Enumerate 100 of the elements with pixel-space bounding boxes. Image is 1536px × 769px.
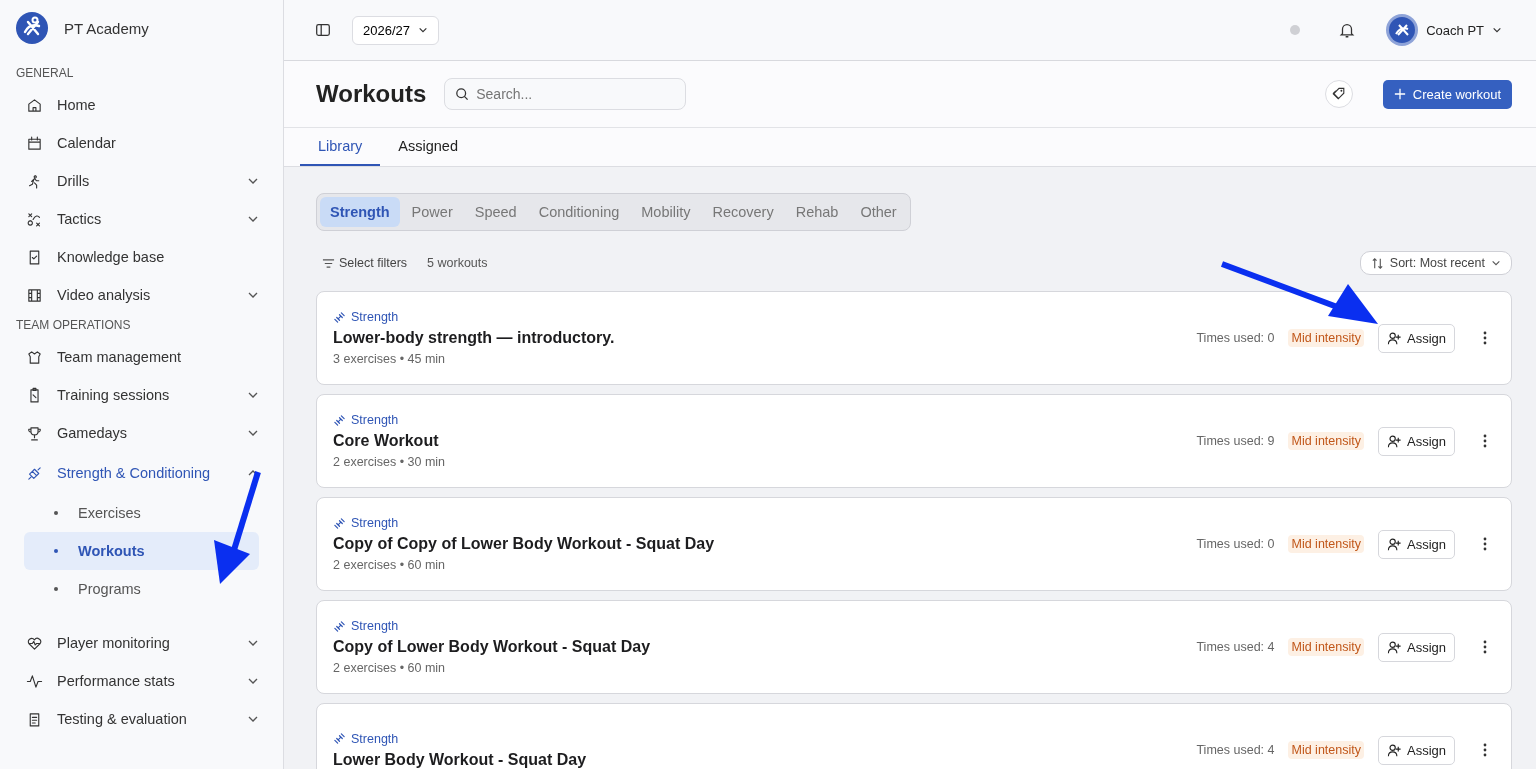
more-icon[interactable] — [1483, 743, 1487, 757]
workout-meta: 2 exercises • 30 min — [333, 455, 447, 469]
nav-icon — [26, 424, 43, 442]
tab[interactable]: Assigned — [380, 128, 476, 166]
workout-card[interactable]: Strength Copy of Copy of Lower Body Workout - Squat Day 2 exercises • 60 min Times used: 0 Mid intensity Assign — [316, 497, 1512, 591]
times-used: Times used: 0 — [1196, 537, 1275, 551]
category-tab[interactable]: Speed — [464, 197, 527, 227]
times-used: Times used: 4 — [1196, 640, 1275, 654]
more-icon[interactable] — [1483, 537, 1487, 551]
workout-card[interactable]: Strength Core Workout 2 exercises • 30 min Times used: 9 Mid intensity Assign — [316, 394, 1512, 488]
avatar-icon — [1386, 14, 1419, 46]
sidebar-subitem[interactable]: Workouts — [24, 532, 259, 570]
category-label: Strength — [351, 619, 399, 633]
user-menu[interactable]: Coach PT — [1386, 14, 1502, 46]
sidebar-item[interactable]: Calendar — [16, 124, 259, 162]
add-user-icon — [1386, 742, 1402, 758]
brand-name: PT Academy — [64, 19, 149, 37]
search-icon — [454, 86, 471, 102]
dumbbell-icon — [333, 413, 346, 427]
workout-card[interactable]: Strength Lower Body Workout - Squat Day Times used: 4 Mid intensity Assign — [316, 703, 1512, 769]
dumbbell-icon — [333, 732, 346, 745]
sidebar-item[interactable]: Team management — [16, 338, 259, 376]
tags-button[interactable] — [1324, 80, 1353, 108]
category-tab[interactable]: Other — [850, 197, 907, 227]
nav-icon — [26, 134, 43, 152]
sidebar-item[interactable]: Strength & Conditioning — [16, 452, 259, 494]
assign-button[interactable]: Assign — [1377, 529, 1455, 559]
workout-title: Lower Body Workout - Squat Day — [333, 750, 588, 769]
dumbbell-icon — [333, 516, 346, 530]
dumbbell-icon — [333, 619, 346, 633]
sidebar-item[interactable]: Drills — [16, 162, 259, 200]
intensity-tag: Mid intensity — [1288, 741, 1364, 759]
workout-card[interactable]: Strength Lower-body strength — introductory. 3 exercises • 45 min Times used: 0 Mid intensity Assign — [316, 291, 1512, 385]
sidebar-item[interactable]: Player monitoring — [16, 624, 259, 662]
sort-icon — [1370, 256, 1384, 270]
season-dropdown[interactable]: 2026/27 — [352, 15, 439, 45]
sidebar-item[interactable]: Performance stats — [16, 662, 259, 700]
workout-meta: 2 exercises • 60 min — [333, 661, 447, 675]
nav-icon — [26, 96, 43, 114]
sidebar-item[interactable]: Knowledge base — [16, 238, 259, 276]
nav-icon — [26, 348, 43, 366]
workout-title: Lower-body strength — introductory. — [333, 329, 616, 347]
more-icon[interactable] — [1483, 434, 1487, 448]
category-tab[interactable]: Mobility — [631, 197, 701, 227]
select-filters-button[interactable]: Select filters — [316, 256, 408, 270]
category-tab[interactable]: Rehab — [785, 197, 849, 227]
add-user-icon — [1386, 639, 1402, 655]
assign-button[interactable]: Assign — [1377, 735, 1455, 765]
create-workout-button[interactable]: Create workout — [1382, 79, 1512, 109]
bell-icon[interactable] — [1338, 21, 1357, 39]
add-user-icon — [1386, 433, 1402, 449]
intensity-tag: Mid intensity — [1288, 329, 1364, 347]
section-heading: TEAM OPERATIONS — [16, 318, 132, 332]
sidebar-toggle-icon[interactable] — [314, 21, 332, 39]
assign-button[interactable]: Assign — [1377, 323, 1455, 353]
logo-icon — [16, 12, 48, 44]
category-tab[interactable]: Conditioning — [528, 197, 630, 227]
sidebar-subitem[interactable]: Programs — [24, 570, 259, 608]
sidebar-item[interactable]: Video analysis — [16, 276, 259, 314]
category-label: Strength — [351, 310, 399, 324]
nav-icon — [26, 672, 43, 690]
category-tab[interactable]: Recovery — [702, 197, 784, 227]
status-dot-icon — [1290, 25, 1301, 35]
workout-title: Copy of Copy of Lower Body Workout - Squat Day — [333, 535, 716, 553]
chevron-icon — [1492, 25, 1502, 35]
more-icon[interactable] — [1483, 640, 1487, 654]
times-used: Times used: 0 — [1196, 331, 1275, 345]
workout-count: 5 workouts — [427, 256, 488, 270]
workout-card[interactable]: Strength Copy of Lower Body Workout - Squat Day 2 exercises • 60 min Times used: 4 Mid intensity Assign — [316, 600, 1512, 694]
dumbbell-icon — [333, 310, 346, 324]
plus-icon — [1393, 88, 1406, 100]
chevron-icon — [418, 25, 428, 35]
sidebar-item[interactable]: Tactics — [16, 200, 259, 238]
times-used: Times used: 4 — [1196, 743, 1275, 757]
workout-title: Core Workout — [333, 432, 440, 450]
add-user-icon — [1386, 536, 1402, 552]
nav-icon — [26, 210, 43, 228]
nav-icon — [26, 464, 43, 482]
chevron-icon — [1491, 258, 1501, 268]
page-title: Workouts — [316, 80, 427, 108]
more-icon[interactable] — [1483, 331, 1487, 345]
intensity-tag: Mid intensity — [1288, 535, 1364, 553]
category-tab[interactable]: Power — [401, 197, 463, 227]
section-heading: GENERAL — [16, 66, 75, 80]
sidebar-item[interactable]: Testing & evaluation — [16, 700, 259, 738]
workout-meta: 3 exercises • 45 min — [333, 352, 447, 366]
sidebar-item[interactable]: Gamedays — [16, 414, 259, 452]
assign-button[interactable]: Assign — [1377, 426, 1455, 456]
intensity-tag: Mid intensity — [1288, 638, 1364, 656]
nav-icon — [26, 286, 43, 304]
intensity-tag: Mid intensity — [1288, 432, 1364, 450]
assign-button[interactable]: Assign — [1377, 632, 1455, 662]
times-used: Times used: 9 — [1196, 434, 1275, 448]
sidebar-item[interactable]: Home — [16, 86, 259, 124]
sort-dropdown[interactable]: Sort: Most recent — [1359, 251, 1512, 275]
workout-title: Copy of Lower Body Workout - Squat Day — [333, 638, 652, 656]
search-field[interactable]: Search... — [444, 78, 687, 110]
category-tab[interactable]: Strength — [320, 197, 400, 227]
sidebar-item[interactable]: Training sessions — [16, 376, 259, 414]
sidebar-subitem[interactable]: Exercises — [24, 494, 259, 532]
